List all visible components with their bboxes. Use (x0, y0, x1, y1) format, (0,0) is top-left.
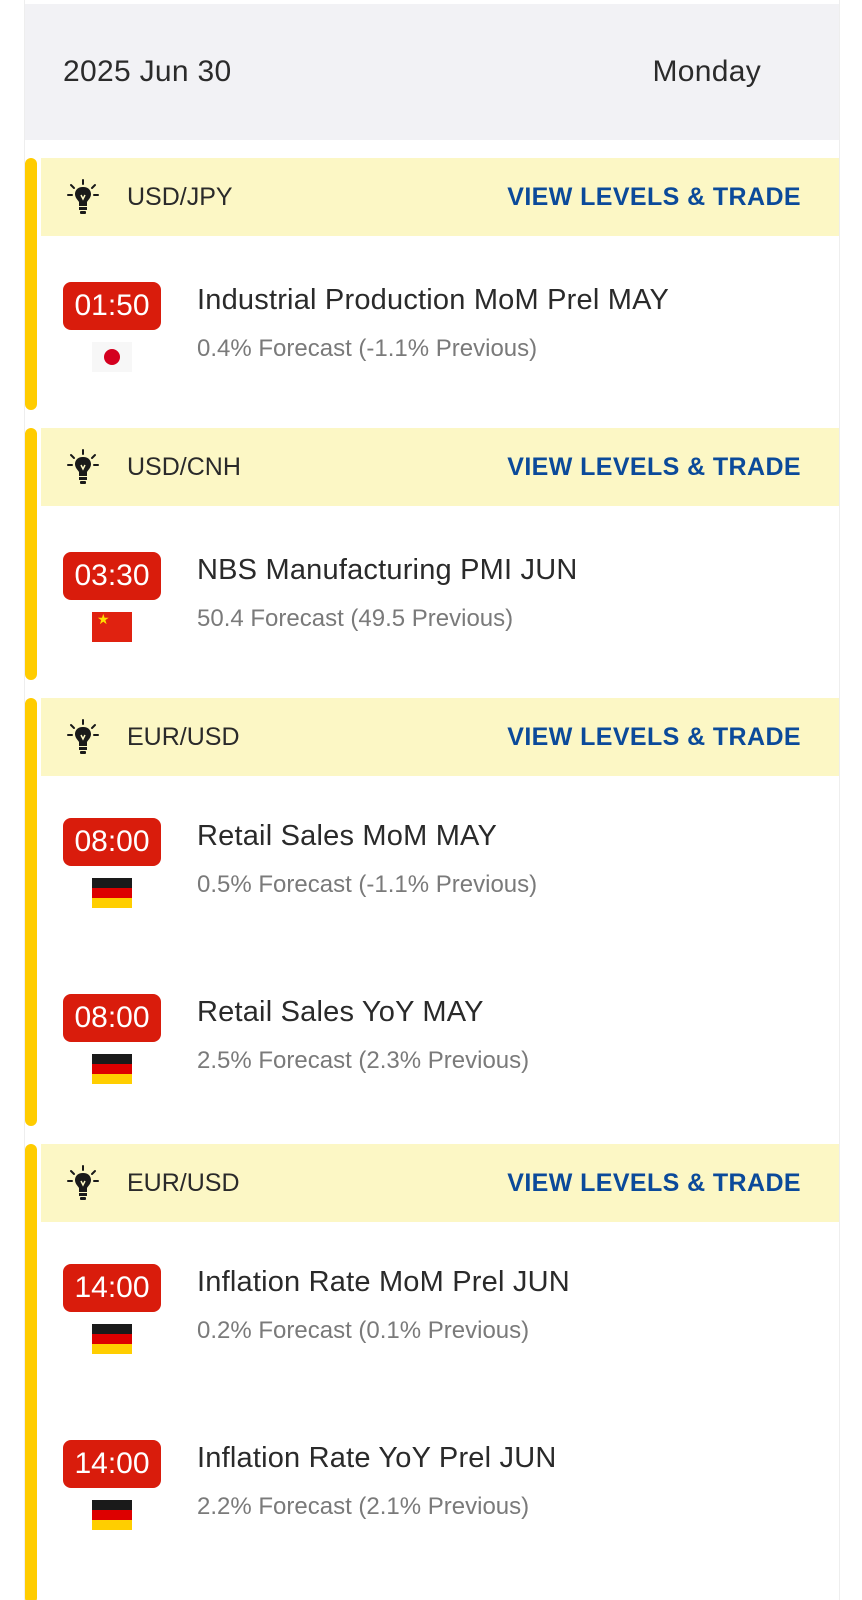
event-time-column: 08:00 (63, 818, 197, 908)
event-time-badge: 08:00 (63, 994, 161, 1042)
lightbulb-icon (63, 447, 103, 487)
event-info: NBS Manufacturing PMI JUN 50.4 Forecast … (197, 552, 578, 642)
germany-flag-icon (92, 1500, 132, 1530)
event-group: USD/JPY VIEW LEVELS & TRADE 01:50 Indust… (25, 158, 839, 410)
event-forecast: 0.2% Forecast (0.1% Previous) (197, 1317, 530, 1344)
event-group: EUR/USD VIEW LEVELS & TRADE 08:00 Retail… (25, 698, 839, 1126)
group-header: USD/CNH VIEW LEVELS & TRADE (41, 428, 839, 506)
calendar-container: 2025 Jun 30 Monday USD/JPY VIEW LEVELS &… (24, 0, 840, 1600)
germany-flag-icon (92, 1054, 132, 1084)
germany-flag-icon (92, 1324, 132, 1354)
event-forecast: 0.4% Forecast (-1.1% Previous) (197, 335, 538, 362)
event-time-badge: 14:00 (63, 1440, 161, 1488)
event-group: EUR/USD VIEW LEVELS & TRADE 14:00 Inflat… (25, 1144, 839, 1600)
view-levels-trade-link[interactable]: VIEW LEVELS & TRADE (507, 183, 801, 212)
lightbulb-icon (63, 177, 103, 217)
event-title: NBS Manufacturing PMI JUN (197, 554, 578, 586)
event-time-badge: 14:00 (63, 1264, 161, 1312)
event-time-column: 14:00 (63, 1440, 197, 1530)
group-header: EUR/USD VIEW LEVELS & TRADE (41, 1144, 839, 1222)
event-time-badge: 01:50 (63, 282, 161, 330)
currency-pair-label: USD/CNH (127, 452, 241, 481)
view-levels-trade-link[interactable]: VIEW LEVELS & TRADE (507, 453, 801, 482)
event-group: USD/CNH VIEW LEVELS & TRADE 03:30 NBS Ma… (25, 428, 839, 680)
china-flag-icon (92, 612, 132, 642)
weekday-label: Monday (652, 55, 761, 88)
japan-flag-icon (92, 342, 132, 372)
event-title: Inflation Rate MoM Prel JUN (197, 1266, 570, 1298)
event-time-badge: 08:00 (63, 818, 161, 866)
group-header: USD/JPY VIEW LEVELS & TRADE (41, 158, 839, 236)
view-levels-trade-link[interactable]: VIEW LEVELS & TRADE (507, 723, 801, 752)
event-row[interactable]: 14:00 Inflation Rate YoY Prel JUN 2.2% F… (25, 1440, 839, 1530)
event-time-column: 08:00 (63, 994, 197, 1084)
group-accent-stripe (25, 1144, 37, 1600)
event-title: Retail Sales YoY MAY (197, 996, 484, 1028)
event-info: Inflation Rate MoM Prel JUN 0.2% Forecas… (197, 1264, 570, 1354)
event-forecast: 50.4 Forecast (49.5 Previous) (197, 605, 514, 632)
economic-calendar-page: 2025 Jun 30 Monday USD/JPY VIEW LEVELS &… (0, 0, 862, 1600)
event-title: Retail Sales MoM MAY (197, 820, 497, 852)
event-info: Retail Sales MoM MAY 0.5% Forecast (-1.1… (197, 818, 537, 908)
event-forecast: 2.2% Forecast (2.1% Previous) (197, 1493, 530, 1520)
lightbulb-icon (63, 1163, 103, 1203)
event-title: Inflation Rate YoY Prel JUN (197, 1442, 557, 1474)
lightbulb-icon (63, 717, 103, 757)
event-row[interactable]: 08:00 Retail Sales MoM MAY 0.5% Forecast… (25, 818, 839, 908)
currency-pair-label: EUR/USD (127, 722, 240, 751)
germany-flag-icon (92, 878, 132, 908)
date-label: 2025 Jun 30 (63, 55, 232, 88)
event-time-column: 01:50 (63, 282, 197, 372)
event-row[interactable]: 08:00 Retail Sales YoY MAY 2.5% Forecast… (25, 994, 839, 1084)
event-forecast: 2.5% Forecast (2.3% Previous) (197, 1047, 530, 1074)
event-row[interactable]: 03:30 NBS Manufacturing PMI JUN 50.4 For… (25, 552, 839, 642)
event-title: Industrial Production MoM Prel MAY (197, 284, 670, 316)
currency-pair-label: EUR/USD (127, 1168, 240, 1197)
event-row[interactable]: 14:00 Inflation Rate MoM Prel JUN 0.2% F… (25, 1264, 839, 1354)
event-time-column: 14:00 (63, 1264, 197, 1354)
event-info: Inflation Rate YoY Prel JUN 2.2% Forecas… (197, 1440, 557, 1530)
event-time-badge: 03:30 (63, 552, 161, 600)
event-time-column: 03:30 (63, 552, 197, 642)
event-forecast: 0.5% Forecast (-1.1% Previous) (197, 871, 538, 898)
currency-pair-label: USD/JPY (127, 182, 233, 211)
event-info: Retail Sales YoY MAY 2.5% Forecast (2.3%… (197, 994, 529, 1084)
event-info: Industrial Production MoM Prel MAY 0.4% … (197, 282, 669, 372)
date-header: 2025 Jun 30 Monday (25, 0, 839, 140)
view-levels-trade-link[interactable]: VIEW LEVELS & TRADE (507, 1169, 801, 1198)
event-row[interactable]: 01:50 Industrial Production MoM Prel MAY… (25, 282, 839, 372)
group-header: EUR/USD VIEW LEVELS & TRADE (41, 698, 839, 776)
